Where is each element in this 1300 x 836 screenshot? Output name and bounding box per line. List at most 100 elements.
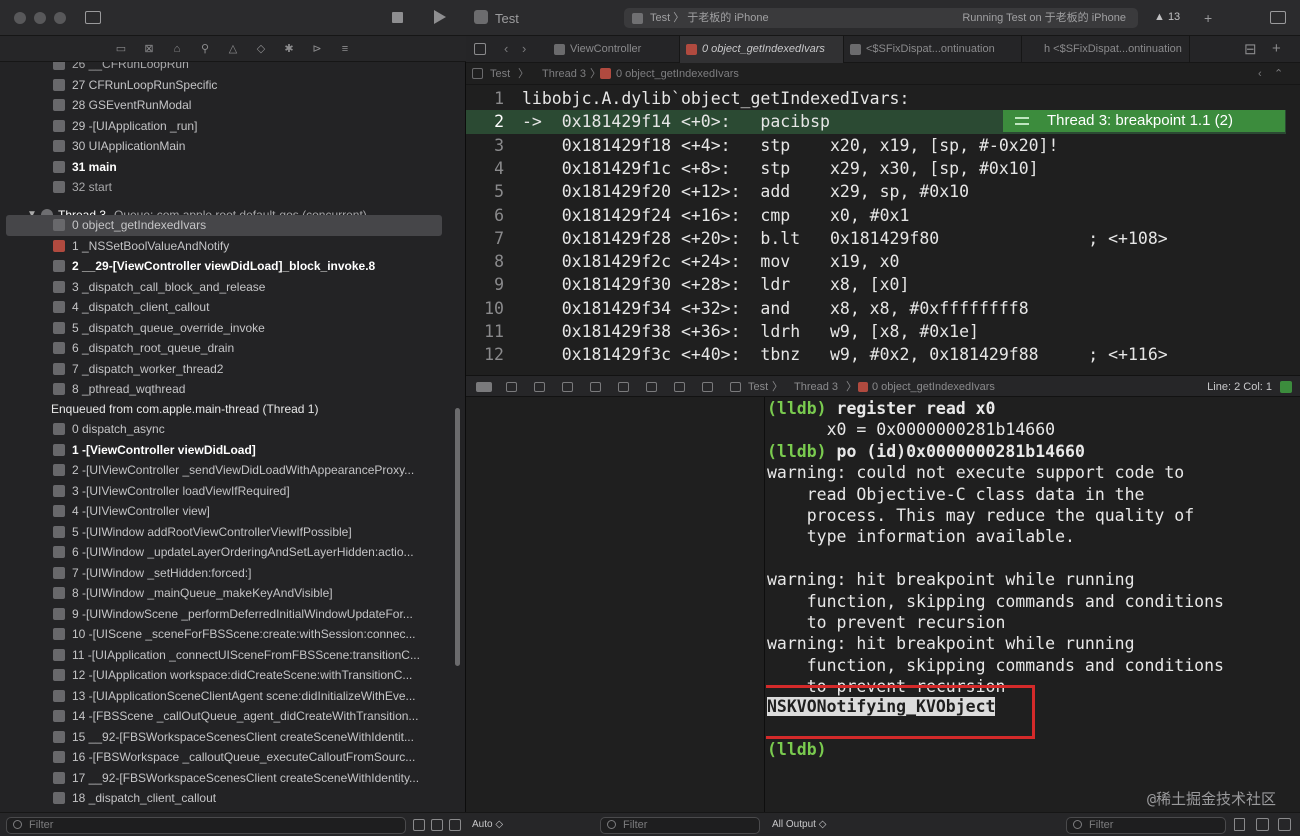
back-chevron-icon[interactable]: ‹ [504,41,508,56]
report-icon[interactable]: ≡ [337,42,353,56]
stack-frame-row[interactable]: 2 -[UIViewController _sendViewDidLoadWit… [0,460,455,481]
tab-sfixdispatch-1[interactable]: <$SFixDispat...ontinuation [844,36,1022,63]
code-line[interactable]: 5 0x181429f20 <+12>: add x29, sp, #0x10 [466,180,1286,203]
stack-frame-row[interactable]: 1 -[ViewController viewDidLoad] [0,440,455,461]
memory-graph-icon[interactable] [674,382,685,392]
search-icon[interactable]: ⚲ [197,42,213,56]
stack-frame-row[interactable]: 26 __CFRunLoopRun [0,62,455,75]
stack-frame-row[interactable]: 14 -[FBSScene _callOutQueue_agent_didCre… [0,706,455,727]
stack-frame-row[interactable]: 28 GSEventRunModal [0,95,455,116]
variables-filter-input[interactable]: Filter [600,817,760,834]
navigator-filter-input[interactable]: Filter [6,817,406,834]
run-button[interactable] [434,10,446,24]
stack-frame-row[interactable]: 0 object_getIndexedIvars [6,215,442,236]
stack-frame-row[interactable]: 4 -[UIViewController view] [0,501,455,522]
view-debugger-icon[interactable] [646,382,657,392]
variables-view[interactable] [466,397,765,812]
breakpoint-icon[interactable]: ⊳ [309,42,325,56]
stack-frame-row[interactable]: 1 _NSSetBoolValueAndNotify [0,236,455,257]
filter-option-icon[interactable] [413,819,425,831]
stack-frame-row[interactable]: 12 -[UIApplication workspace:didCreateSc… [0,665,455,686]
debug-bug-icon[interactable]: ✱ [281,42,297,56]
stack-frame-row[interactable]: 31 main [0,157,455,178]
test-diamond-icon[interactable]: ◇ [253,42,269,56]
sidebar-toggle-icon[interactable] [85,11,101,24]
breakpoints-toggle-icon[interactable] [506,382,517,392]
stack-frame-row[interactable]: 15 __92-[FBSWorkspaceScenesClient create… [0,727,455,748]
add-library-icon[interactable]: + [1204,10,1212,26]
code-line[interactable]: 3 0x181429f18 <+4>: stp x20, x19, [sp, #… [466,134,1286,157]
breakpoint-badge[interactable]: Thread 3: breakpoint 1.1 (2) [1003,110,1285,133]
stack-frame-row[interactable]: 7 _dispatch_worker_thread2 [0,359,455,380]
code-line[interactable]: 4 0x181429f1c <+8>: stp x29, x30, [sp, #… [466,157,1286,180]
code-line[interactable]: 12 0x181429f3c <+40>: tbnz w9, #0x2, 0x1… [466,343,1286,366]
stack-frame-row[interactable]: 17 __92-[FBSWorkspaceScenesClient create… [0,768,455,789]
stack-frame-row[interactable]: 27 CFRunLoopRunSpecific [0,75,455,96]
forward-chevron-icon[interactable]: › [522,41,526,56]
next-issue-icon[interactable]: ⌃ [1274,63,1283,85]
debug-thread[interactable]: Thread 3 [794,376,838,398]
minimize-window-button[interactable] [34,12,46,24]
lldb-console[interactable]: (lldb) register read x0 x0 = 0x000000028… [766,397,1300,812]
stack-frame-row[interactable]: 10 -[UIScene _sceneForFBSScene:create:wi… [0,624,455,645]
debug-frame[interactable]: 0 object_getIndexedIvars [872,376,995,398]
console-toggle-icon[interactable] [1280,381,1292,393]
step-over-icon[interactable] [562,382,573,392]
tab-sfixdispatch-2[interactable]: h <$SFixDispat...ontinuation [1022,36,1190,63]
warning-count-badge[interactable]: ▲ 13 [1154,11,1180,23]
grid-icon-small[interactable] [472,68,483,79]
debug-project[interactable]: Test [748,376,768,398]
tab-viewcontroller[interactable]: ViewController [548,36,680,63]
stack-frame-row[interactable]: 8 _pthread_wqthread [0,379,455,400]
code-line[interactable]: 9 0x181429f30 <+28>: ldr x8, [x0] [466,273,1286,296]
folder-icon[interactable]: ▭ [113,42,129,56]
filter-option-icon-2[interactable] [431,819,443,831]
zoom-window-button[interactable] [54,12,66,24]
close-window-button[interactable] [14,12,26,24]
step-into-icon[interactable] [590,382,601,392]
continue-icon[interactable] [534,382,545,392]
stack-frame-row[interactable]: 2 __29-[ViewController viewDidLoad]_bloc… [0,256,455,277]
stop-button[interactable] [392,12,403,23]
console-filter-input[interactable]: Filter [1066,817,1226,834]
stack-frame-row[interactable]: 29 -[UIApplication _run] [0,116,455,137]
code-line[interactable]: 11 0x181429f38 <+36>: ldrh w9, [x8, #0x1… [466,320,1286,343]
jump-frame[interactable]: 0 object_getIndexedIvars [616,63,739,85]
stack-frame-row[interactable]: 11 -[UIApplication _connectUISceneFromFB… [0,645,455,666]
symbol-icon[interactable]: ⌂ [169,42,185,56]
disassembly-editor[interactable]: 1 libobjc.A.dylib`object_getIndexedIvars:… [466,85,1286,375]
jump-project[interactable]: Test [490,63,510,85]
scheme-target[interactable]: Test 〉 于老板的 iPhone [650,8,769,28]
filter-option-icon-3[interactable] [449,819,461,831]
split-view-icon-2[interactable] [1278,818,1291,831]
code-line[interactable]: 7 0x181429f28 <+20>: b.lt 0x181429f80 ; … [466,227,1286,250]
inspector-toggle-icon[interactable] [1270,11,1286,24]
console-output-select[interactable]: All Output ◇ [772,813,826,836]
step-out-icon[interactable] [618,382,629,392]
code-line[interactable]: 1 libobjc.A.dylib`object_getIndexedIvars: [466,87,1286,110]
prev-issue-icon[interactable]: ‹ [1258,63,1262,85]
final-prompt-line[interactable]: (lldb) [767,739,827,760]
issue-warning-icon[interactable]: △ [225,42,241,56]
stack-frame-row[interactable]: 7 -[UIWindow _setHidden:forced:] [0,563,455,584]
stack-frame-row[interactable]: 32 start [0,177,455,198]
editor-scrollbar[interactable] [1286,85,1300,375]
scheme-status-bar[interactable]: Test 〉 于老板的 iPhone Running Test on 于老板的 … [624,8,1138,28]
stack-frame-row[interactable]: 5 -[UIWindow addRootViewControllerViewIf… [0,522,455,543]
current-instruction-line[interactable]: 2 -> 0x181429f14 <+0>: pacibsp Thread 3: b… [466,110,1286,134]
simulate-location-icon[interactable] [730,382,741,392]
stack-frame-row[interactable]: 3 -[UIViewController loadViewIfRequired] [0,481,455,502]
stack-frame-row[interactable]: 8 -[UIWindow _mainQueue_makeKeyAndVisibl… [0,583,455,604]
add-editor-icon[interactable]: ⊟ [1244,40,1257,58]
stack-frame-row[interactable]: 9 -[UIWindowScene _performDeferredInitia… [0,604,455,625]
grid-icon[interactable] [474,43,486,55]
stack-frame-row[interactable]: 3 _dispatch_call_block_and_release [0,277,455,298]
code-line[interactable]: 6 0x181429f24 <+16>: cmp x0, #0x1 [466,204,1286,227]
stack-frame-row[interactable]: 0 dispatch_async [0,419,455,440]
stack-frame-row[interactable]: 16 -[FBSWorkspace _calloutQueue_executeC… [0,747,455,768]
environment-overrides-icon[interactable] [702,382,713,392]
hide-debug-area-icon[interactable] [476,382,492,392]
source-control-icon[interactable]: ⊠ [141,42,157,56]
tab-object-getindexedivars[interactable]: 0 object_getIndexedIvars [680,36,844,63]
split-view-icon[interactable] [1256,818,1269,831]
